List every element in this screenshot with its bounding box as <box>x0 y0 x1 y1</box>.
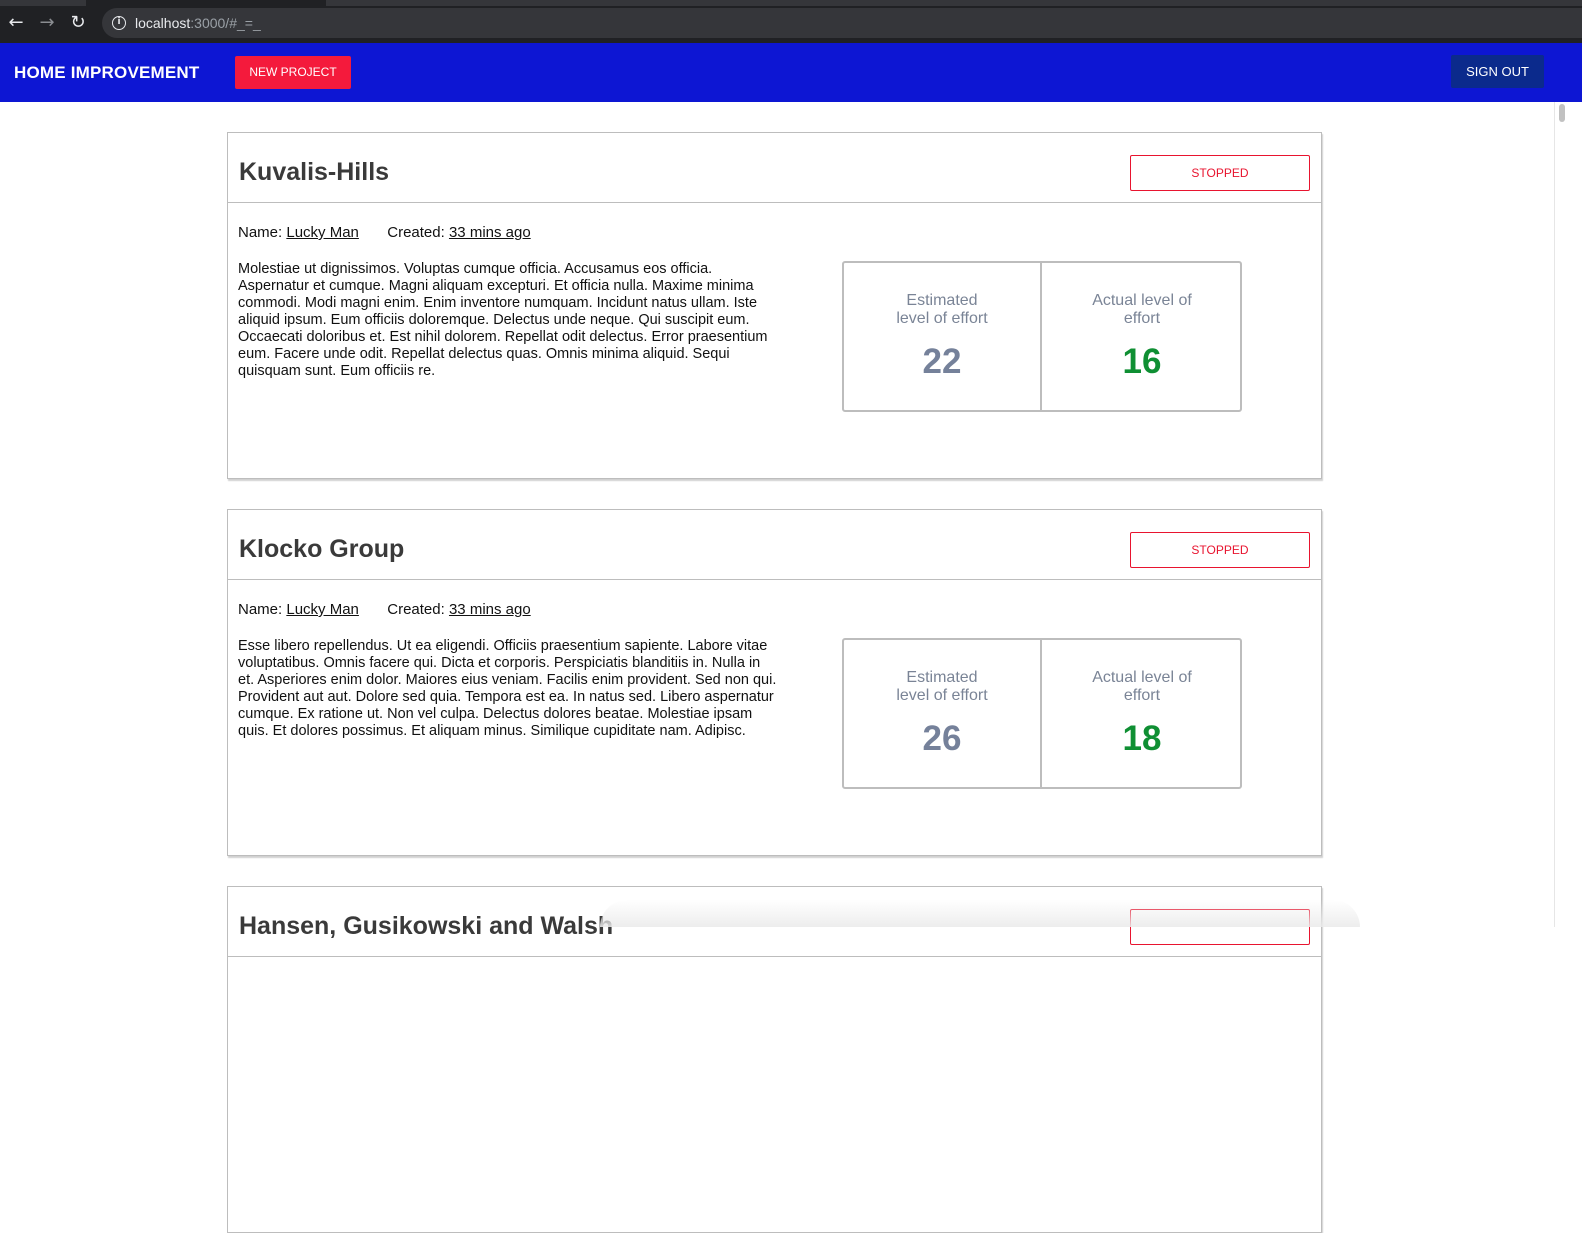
project-card: Klocko Group STOPPED Name: Lucky Man Cre… <box>227 509 1322 856</box>
actual-value: 16 <box>1122 342 1162 381</box>
created-link[interactable]: 33 mins ago <box>449 224 531 241</box>
project-card-header: Kuvalis-Hills STOPPED <box>228 133 1321 203</box>
project-title: Klocko Group <box>239 535 405 563</box>
project-meta: Name: Lucky Man Created: 33 mins ago <box>238 224 531 241</box>
project-card-header: Klocko Group STOPPED <box>228 510 1321 580</box>
project-card: Kuvalis-Hills STOPPED Name: Lucky Man Cr… <box>227 132 1322 479</box>
brand-title[interactable]: HOME IMPROVEMENT <box>14 63 200 83</box>
reload-icon[interactable]: ↻ <box>67 12 89 34</box>
info-icon[interactable]: i <box>112 16 126 30</box>
app-header: HOME IMPROVEMENT NEW PROJECT SIGN OUT <box>0 43 1582 102</box>
created-label: Created: <box>387 224 445 241</box>
actual-label: Actual level of effort <box>1092 292 1192 327</box>
estimated-effort: Estimated level of effort 22 <box>844 263 1042 410</box>
effort-panel: Estimated level of effort 22 Actual leve… <box>842 261 1242 412</box>
status-button[interactable]: STOPPED <box>1130 155 1310 191</box>
address-bar[interactable]: i localhost:3000/#_=_ <box>102 8 1582 38</box>
estimated-value: 26 <box>922 719 962 758</box>
tab-strip <box>0 0 1582 6</box>
project-card: Hansen, Gusikowski and Walsh <box>227 886 1322 1233</box>
actual-value: 18 <box>1122 719 1162 758</box>
estimated-label: Estimated level of effort <box>896 669 988 704</box>
effort-panel: Estimated level of effort 26 Actual leve… <box>842 638 1242 789</box>
arrow-right-icon[interactable]: → <box>36 12 58 34</box>
browser-toolbar: ← → ↻ i localhost:3000/#_=_ <box>0 0 1582 43</box>
name-label: Name: <box>238 224 283 241</box>
scrollbar-thumb[interactable] <box>1559 104 1565 122</box>
actual-effort: Actual level of effort 18 <box>1043 640 1241 787</box>
actual-label: Actual level of effort <box>1092 669 1192 704</box>
estimated-label: Estimated level of effort <box>896 292 988 327</box>
estimated-value: 22 <box>922 342 962 381</box>
estimated-effort: Estimated level of effort 26 <box>844 640 1042 787</box>
active-tab[interactable] <box>86 0 326 6</box>
created-link[interactable]: 33 mins ago <box>449 601 531 618</box>
url-text[interactable]: localhost:3000/#_=_ <box>135 15 261 31</box>
bottom-fade-overlay <box>600 900 1360 927</box>
new-project-button[interactable]: NEW PROJECT <box>235 56 351 89</box>
status-button[interactable]: STOPPED <box>1130 532 1310 568</box>
page-scrollbar[interactable] <box>1554 102 1568 927</box>
owner-link[interactable]: Lucky Man <box>286 601 359 618</box>
project-description: Molestiae ut dignissimos. Voluptas cumqu… <box>238 261 768 379</box>
project-title: Kuvalis-Hills <box>239 158 390 186</box>
project-meta: Name: Lucky Man Created: 33 mins ago <box>238 601 531 618</box>
arrow-left-icon[interactable]: ← <box>5 12 27 34</box>
sign-out-button[interactable]: SIGN OUT <box>1451 55 1544 88</box>
actual-effort: Actual level of effort 16 <box>1043 263 1241 410</box>
window-gutter <box>1568 102 1582 927</box>
owner-link[interactable]: Lucky Man <box>286 224 359 241</box>
name-label: Name: <box>238 601 283 618</box>
project-description: Esse libero repellendus. Ut ea eligendi.… <box>238 638 777 739</box>
created-label: Created: <box>387 601 445 618</box>
